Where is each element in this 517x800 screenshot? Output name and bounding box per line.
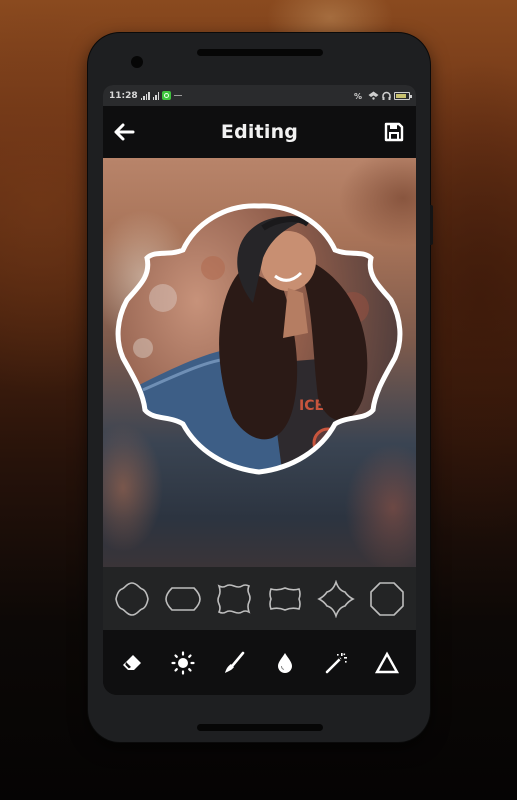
status-bar: 11:28 % — [103, 85, 416, 106]
frame-star[interactable] — [316, 579, 356, 619]
floppy-disk-icon — [384, 122, 404, 142]
power-button — [430, 205, 433, 245]
scalloped-rectangle-frame-icon — [269, 586, 301, 611]
quatrefoil-frame-icon — [115, 581, 150, 616]
signal-icon — [140, 91, 150, 100]
tools-bar — [103, 630, 416, 695]
headset-icon — [382, 91, 391, 100]
frame-scalloped-rect[interactable] — [265, 579, 305, 619]
tool-brush[interactable] — [218, 647, 250, 679]
rounded-rectangle-frame-icon — [165, 586, 202, 611]
battery-icon — [394, 91, 412, 100]
framed-photo[interactable]: ICE — [103, 158, 416, 567]
eraser-icon — [123, 654, 142, 670]
status-time: 11:28 — [109, 90, 138, 101]
tool-blur[interactable] — [269, 647, 301, 679]
photo-canvas[interactable]: ICE — [103, 158, 416, 567]
status-left: 11:28 — [109, 90, 183, 101]
wavy-rectangle-frame-icon — [217, 583, 251, 614]
magic-wand-icon — [325, 652, 347, 673]
drop-icon — [277, 652, 292, 673]
whatsapp-notification-icon — [162, 91, 172, 100]
phone-screen: 11:28 % Editing ICE — [103, 85, 416, 695]
photo-content: ICE — [118, 205, 400, 473]
brush-icon — [225, 651, 245, 673]
octagon-frame-icon — [369, 581, 404, 616]
back-button[interactable] — [112, 120, 136, 144]
tool-eraser[interactable] — [116, 647, 148, 679]
sun-icon — [171, 650, 195, 675]
four-point-star-frame-icon — [316, 579, 355, 618]
tool-effects[interactable] — [320, 647, 352, 679]
triangle-icon — [374, 651, 399, 673]
bottom-speaker — [197, 724, 323, 731]
frame-rounded-rect[interactable] — [163, 579, 203, 619]
tool-shapes[interactable] — [371, 647, 403, 679]
status-right: % — [354, 91, 412, 101]
save-button[interactable] — [382, 120, 406, 144]
arrow-left-icon — [114, 123, 135, 141]
volte-icon: % — [354, 92, 362, 100]
front-camera — [131, 56, 143, 68]
wifi-icon — [368, 91, 379, 100]
frame-wavy-rect[interactable] — [214, 579, 254, 619]
app-bar: Editing — [103, 106, 416, 158]
notification-dash-icon — [174, 94, 183, 97]
phone-mockup: 11:28 % Editing ICE — [88, 33, 430, 742]
tool-brightness[interactable] — [167, 647, 199, 679]
frame-octagon[interactable] — [367, 579, 407, 619]
svg-text:%: % — [354, 92, 362, 100]
signal-4g-icon — [152, 91, 160, 100]
earpiece-speaker — [197, 49, 323, 56]
frame-quatrefoil[interactable] — [112, 579, 152, 619]
page-title: Editing — [220, 121, 299, 143]
frames-strip — [103, 567, 416, 630]
